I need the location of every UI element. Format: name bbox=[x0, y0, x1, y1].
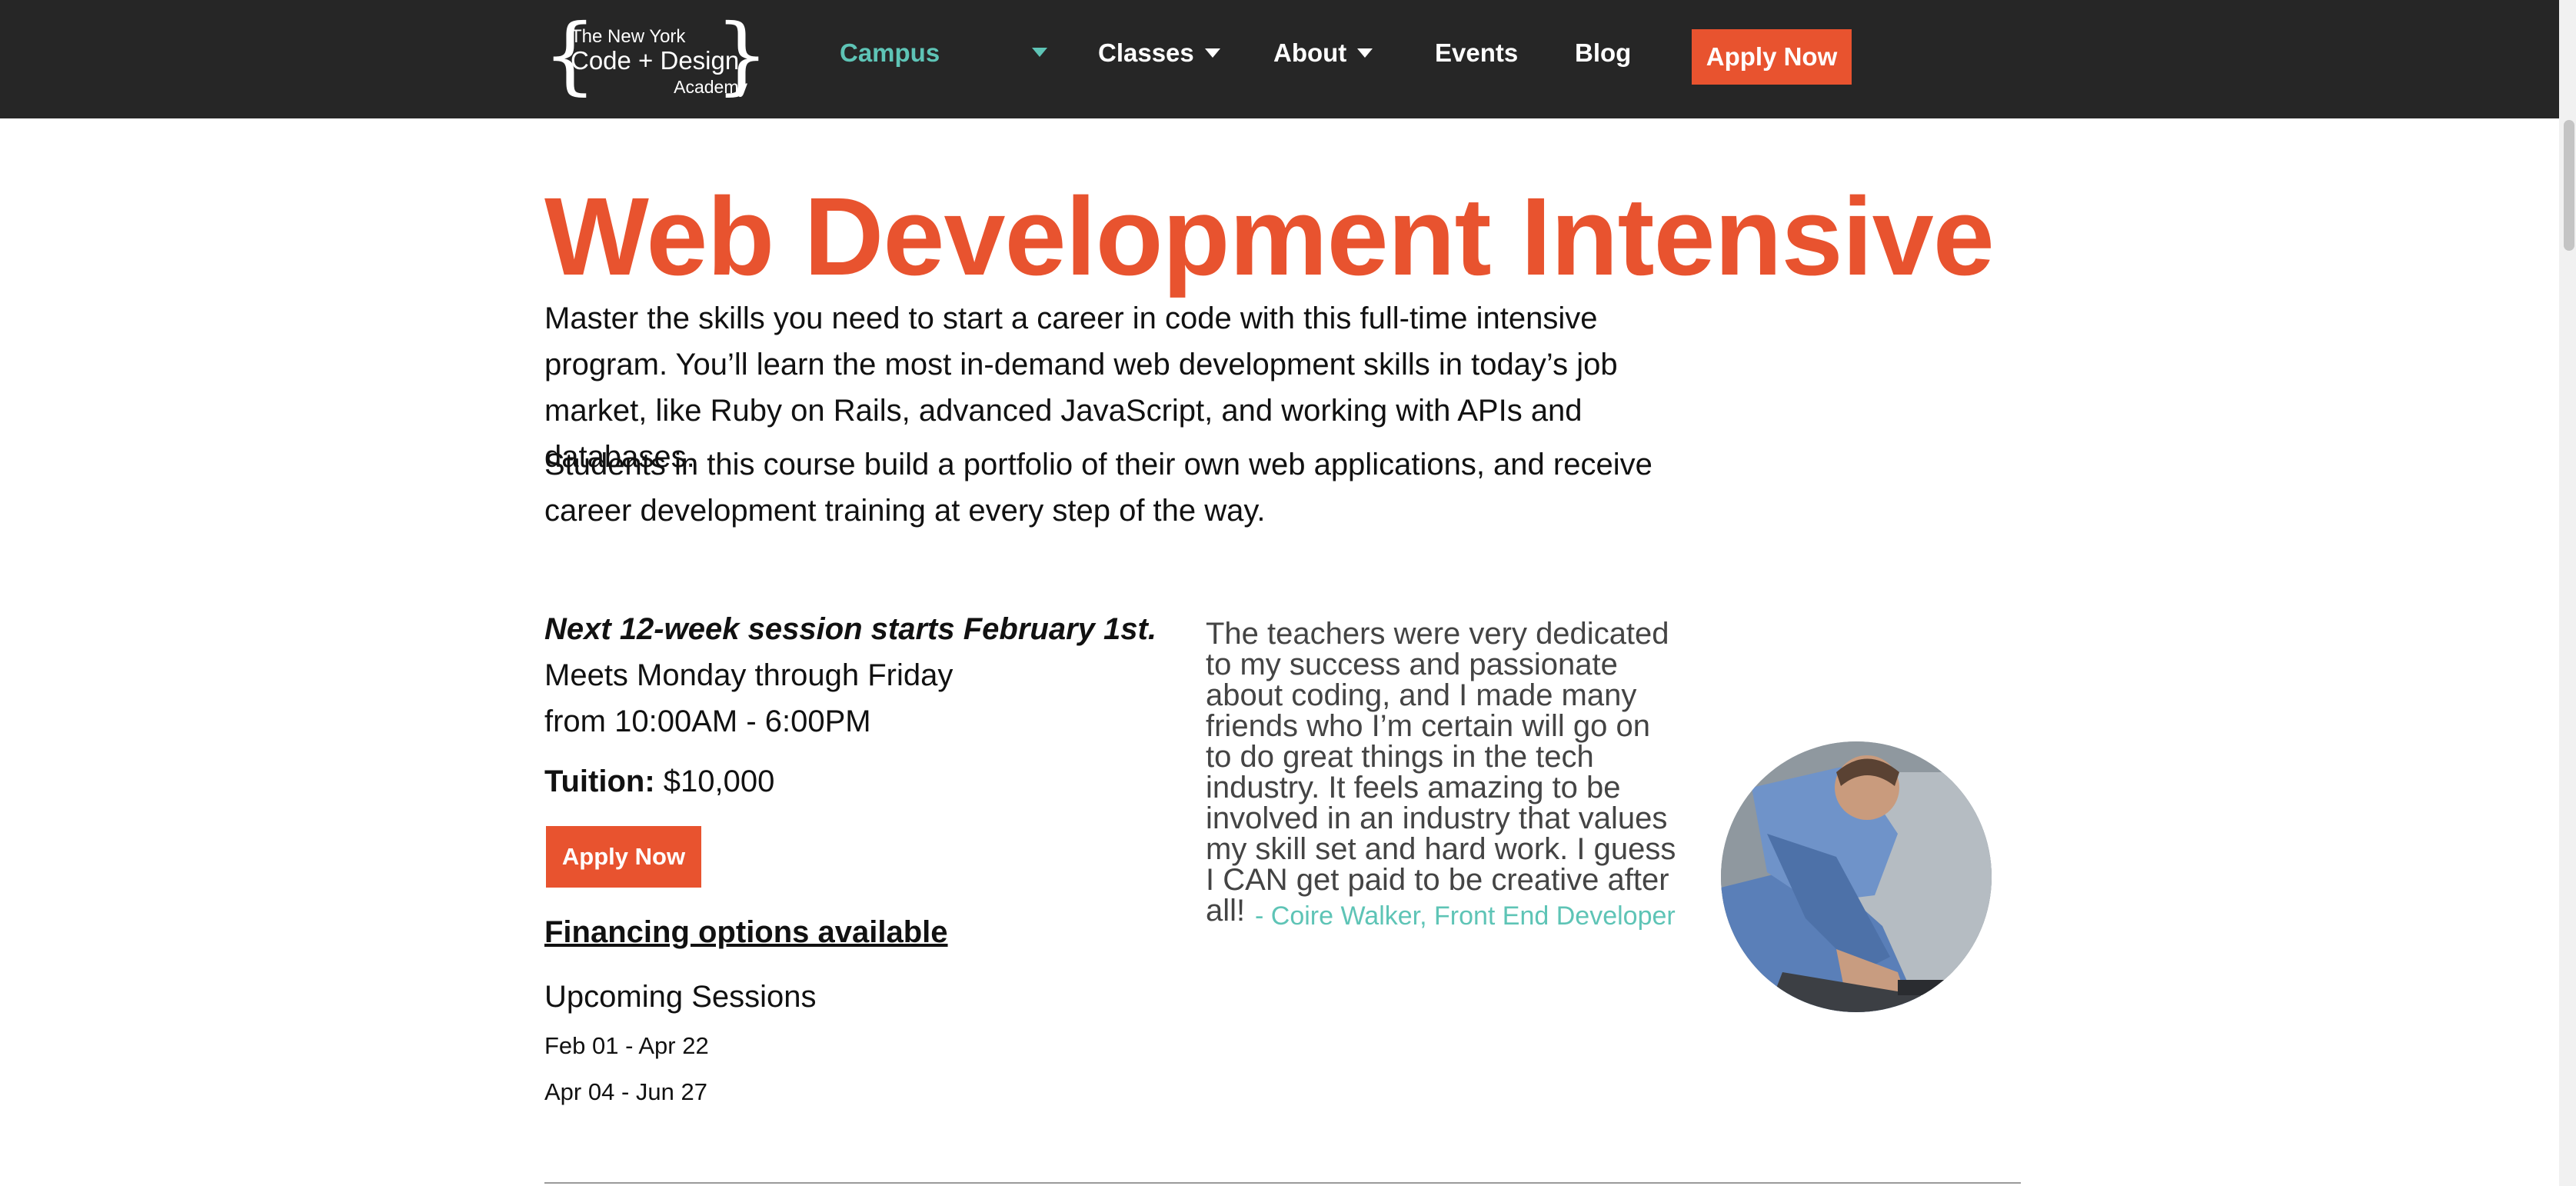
financing-options-link[interactable]: Financing options available bbox=[544, 915, 948, 950]
tuition-label: Tuition: bbox=[544, 765, 655, 798]
logo-line-1: The New York bbox=[571, 26, 686, 47]
nav-classes[interactable]: Classes bbox=[1098, 38, 1220, 68]
nav-about[interactable]: About bbox=[1273, 38, 1373, 68]
scrollbar-thumb[interactable] bbox=[2564, 120, 2574, 251]
upcoming-sessions-heading: Upcoming Sessions bbox=[544, 980, 817, 1014]
chevron-down-icon[interactable] bbox=[1032, 48, 1047, 57]
academy-logo[interactable]: { The New York Code + Design Academy } bbox=[543, 12, 769, 100]
page-title: Web Development Intensive bbox=[544, 175, 1995, 298]
testimonial-attribution: - Coire Walker, Front End Developer bbox=[1255, 901, 1676, 931]
session-date-item: Feb 01 - Apr 22 bbox=[544, 1032, 709, 1059]
student-photo-illustration bbox=[1721, 741, 1992, 1012]
nav-classes-label: Classes bbox=[1098, 38, 1194, 67]
meeting-hours: from 10:00AM - 6:00PM bbox=[544, 705, 871, 738]
page-scrollbar[interactable] bbox=[2559, 0, 2576, 1186]
nav-campus[interactable]: Campus bbox=[840, 38, 940, 68]
nav-events[interactable]: Events bbox=[1435, 38, 1518, 68]
nav-apply-now-button[interactable]: Apply Now bbox=[1692, 29, 1852, 85]
chevron-down-icon bbox=[1357, 48, 1373, 58]
tuition-info: Tuition: $10,000 bbox=[544, 765, 774, 799]
section-divider bbox=[544, 1182, 2021, 1184]
nav-about-label: About bbox=[1273, 38, 1347, 67]
session-date-item: Apr 04 - Jun 27 bbox=[544, 1078, 707, 1105]
testimonial-quote: The teachers were very dedicated to my s… bbox=[1206, 617, 1676, 928]
meeting-days: Meets Monday through Friday bbox=[544, 658, 954, 692]
tuition-value: $10,000 bbox=[663, 765, 775, 798]
nav-campus-label: Campus bbox=[840, 38, 940, 67]
top-navbar: { The New York Code + Design Academy } C… bbox=[0, 0, 2576, 118]
intro-paragraph-2: Students in this course build a portfoli… bbox=[544, 448, 1652, 528]
nav-blog-label: Blog bbox=[1575, 38, 1632, 67]
chevron-down-icon bbox=[1204, 48, 1220, 58]
logo-line-2: Code + Design bbox=[571, 46, 740, 75]
nav-blog[interactable]: Blog bbox=[1575, 38, 1631, 68]
student-photo bbox=[1721, 741, 1992, 1012]
nav-events-label: Events bbox=[1435, 38, 1519, 67]
next-session-heading: Next 12-week session starts February 1st… bbox=[544, 612, 1157, 646]
logo-right-brace: } bbox=[715, 5, 769, 104]
apply-now-button[interactable]: Apply Now bbox=[546, 826, 701, 888]
